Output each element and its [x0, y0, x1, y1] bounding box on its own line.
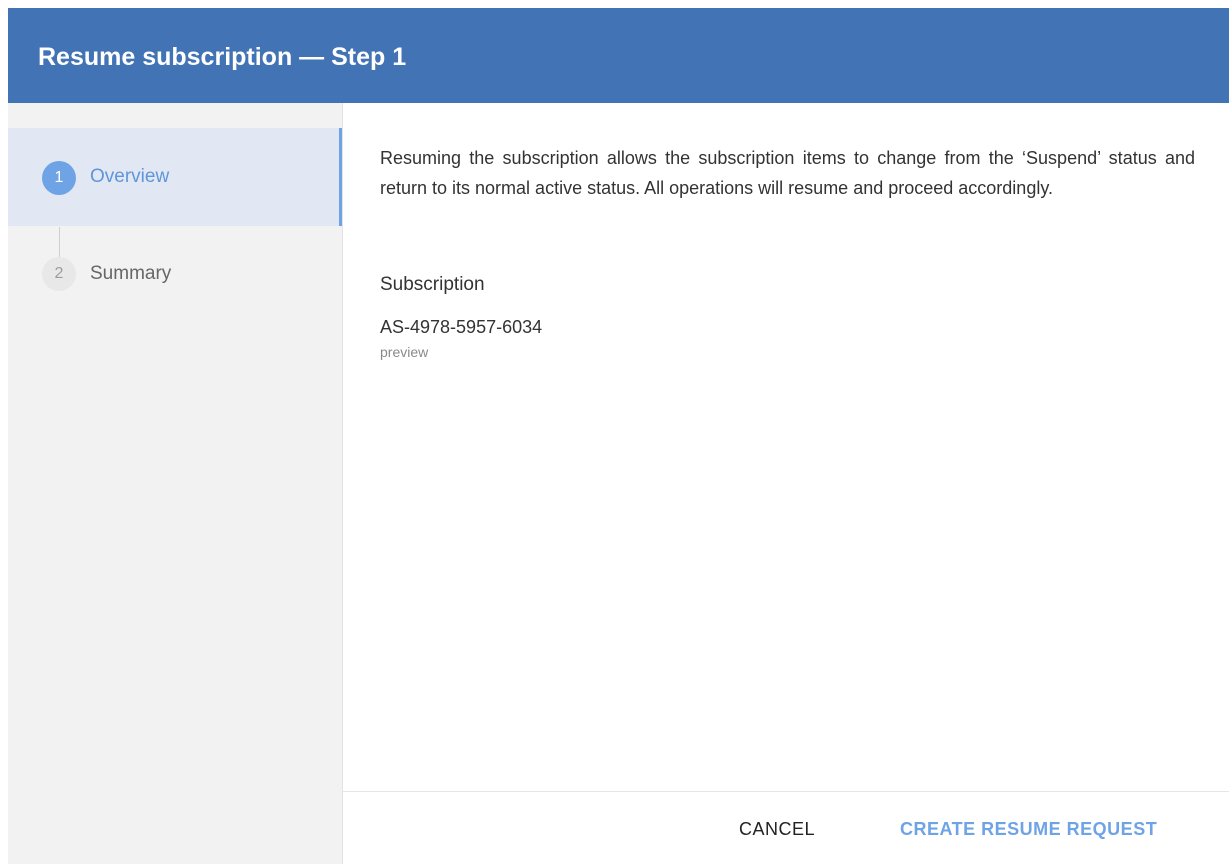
subscription-id: AS-4978-5957-6034 [380, 317, 543, 337]
step-content: Resuming the subscription allows the sub… [343, 103, 1229, 791]
dialog-header: Resume subscription — Step 1 [8, 8, 1229, 103]
step-number-badge: 2 [42, 257, 76, 291]
step-label: Overview [90, 166, 170, 187]
wizard-steps-sidebar: 1 Overview 2 Summary [8, 103, 343, 864]
subscription-subtext: preview [380, 344, 429, 360]
create-resume-request-button[interactable]: CREATE RESUME REQUEST [900, 817, 1157, 841]
step-number-badge: 1 [42, 161, 76, 195]
cancel-button[interactable]: CANCEL [739, 817, 815, 841]
step-overview[interactable]: 1 Overview [8, 128, 342, 226]
resume-subscription-dialog: Resume subscription — Step 1 1 Overview … [0, 0, 1229, 864]
dialog-title: Resume subscription — Step 1 [38, 43, 407, 71]
step-label: Summary [90, 263, 172, 284]
subscription-label: Subscription [380, 274, 485, 295]
step-summary[interactable]: 2 Summary [8, 226, 342, 324]
resume-description: Resuming the subscription allows the sub… [380, 148, 1195, 198]
dialog-footer: CANCEL CREATE RESUME REQUEST [343, 791, 1229, 864]
